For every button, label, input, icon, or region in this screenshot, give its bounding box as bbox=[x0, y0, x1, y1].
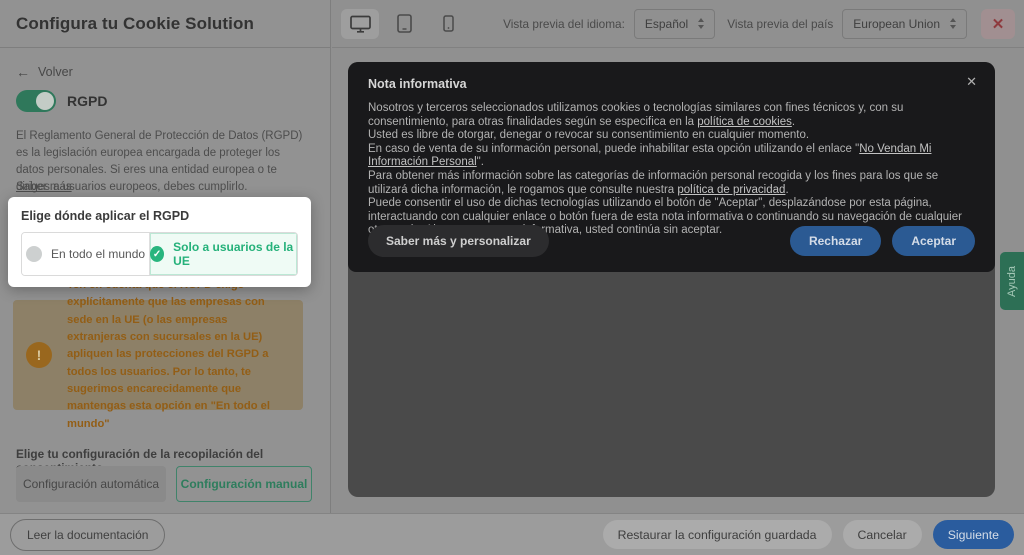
language-select[interactable]: Español bbox=[634, 9, 715, 39]
back-label: Volver bbox=[38, 65, 73, 79]
gdpr-toggle-label: RGPD bbox=[67, 93, 107, 109]
sidebar: Configura tu Cookie Solution ← Volver RG… bbox=[0, 0, 331, 513]
customize-button[interactable]: Saber más y personalizar bbox=[368, 225, 549, 257]
close-preview-button[interactable]: ✕ bbox=[981, 9, 1015, 39]
gdpr-warning-box: ! Ten en cuenta que el RGPD exige explíc… bbox=[13, 300, 303, 410]
footer-bar: Leer la documentación Restaurar la confi… bbox=[0, 513, 1024, 555]
option-eu-users-label: Solo a usuarios de la UE bbox=[173, 240, 297, 268]
accept-button[interactable]: Aceptar bbox=[892, 226, 975, 256]
language-select-value: Español bbox=[645, 17, 688, 31]
warning-exclamation-icon: ! bbox=[26, 342, 52, 368]
tablet-icon bbox=[397, 14, 412, 33]
banner-actions: Saber más y personalizar Rechazar Acepta… bbox=[368, 225, 975, 257]
cookie-banner: Nota informativa ✕ Nosotros y terceros s… bbox=[348, 62, 995, 272]
site-preview-frame: Nota informativa ✕ Nosotros y terceros s… bbox=[348, 62, 995, 497]
gdpr-toggle-row: RGPD bbox=[16, 90, 107, 112]
next-button[interactable]: Siguiente bbox=[933, 520, 1014, 549]
consent-config-buttons: Configuración automática Configuración m… bbox=[16, 466, 312, 502]
warning-text: Ten en cuenta que el RGPD exige explícit… bbox=[67, 277, 290, 433]
preview-toolbar: Vista previa del idioma: Español Vista p… bbox=[332, 0, 1024, 48]
country-preview-label: Vista previa del país bbox=[727, 17, 833, 31]
read-docs-button[interactable]: Leer la documentación bbox=[10, 519, 165, 551]
banner-link[interactable]: política de privacidad bbox=[677, 184, 785, 196]
option-eu-users[interactable]: ✓ Solo a usuarios de la UE bbox=[150, 233, 297, 275]
apply-gdpr-heading: Elige dónde aplicar el RGPD bbox=[21, 209, 298, 223]
banner-body: Nosotros y terceros seleccionados utiliz… bbox=[368, 102, 975, 238]
country-select[interactable]: European Union bbox=[842, 9, 967, 39]
cancel-button[interactable]: Cancelar bbox=[843, 520, 922, 549]
banner-close-icon[interactable]: ✕ bbox=[966, 74, 977, 90]
toggle-knob-icon bbox=[36, 92, 54, 110]
help-tab[interactable]: Ayuda bbox=[1000, 252, 1024, 310]
learn-more-link[interactable]: Saber más bbox=[16, 181, 72, 193]
desktop-icon bbox=[350, 15, 371, 33]
select-updown-icon bbox=[950, 18, 956, 29]
device-preview-switcher bbox=[341, 9, 467, 39]
select-updown-icon bbox=[698, 18, 704, 29]
phone-preview-button[interactable] bbox=[429, 9, 467, 39]
page-title: Configura tu Cookie Solution bbox=[16, 14, 254, 34]
auto-config-button[interactable]: Configuración automática bbox=[16, 466, 166, 502]
manual-config-button[interactable]: Configuración manual bbox=[176, 466, 312, 502]
sidebar-header: Configura tu Cookie Solution bbox=[0, 0, 330, 48]
help-tab-label: Ayuda bbox=[1006, 266, 1018, 297]
back-button[interactable]: ← Volver bbox=[16, 64, 73, 80]
language-preview-label: Vista previa del idioma: bbox=[503, 17, 625, 31]
apply-gdpr-card: Elige dónde aplicar el RGPD En todo el m… bbox=[8, 197, 311, 287]
check-icon: ✓ bbox=[150, 246, 164, 262]
option-worldwide[interactable]: En todo el mundo bbox=[22, 233, 150, 275]
apply-gdpr-segmented-control: En todo el mundo ✓ Solo a usuarios de la… bbox=[21, 232, 298, 276]
back-arrow-icon: ← bbox=[16, 64, 30, 80]
country-select-value: European Union bbox=[853, 17, 940, 31]
banner-link[interactable]: política de cookies bbox=[697, 116, 792, 128]
restore-config-button[interactable]: Restaurar la configuración guardada bbox=[603, 520, 832, 549]
phone-icon bbox=[443, 15, 454, 32]
desktop-preview-button[interactable] bbox=[341, 9, 379, 39]
gdpr-toggle[interactable] bbox=[16, 90, 56, 112]
tablet-preview-button[interactable] bbox=[385, 9, 423, 39]
preview-area: Nota informativa ✕ Nosotros y terceros s… bbox=[332, 49, 1024, 513]
radio-unselected-icon bbox=[26, 246, 42, 262]
banner-title: Nota informativa bbox=[368, 77, 975, 91]
reject-button[interactable]: Rechazar bbox=[790, 226, 881, 256]
option-worldwide-label: En todo el mundo bbox=[51, 247, 145, 261]
